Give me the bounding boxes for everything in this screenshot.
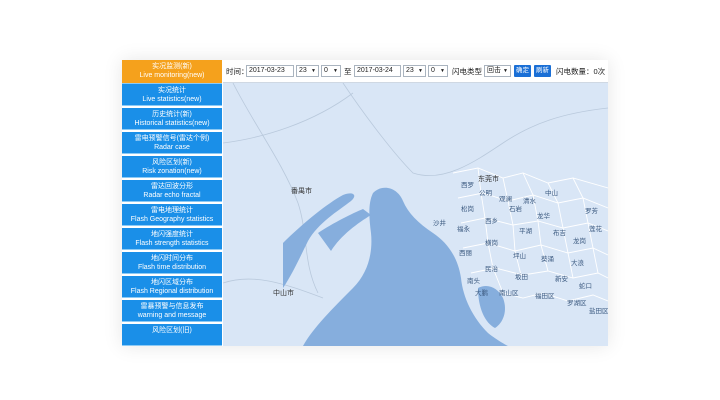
map-label-qingshui: 清水 xyxy=(523,196,537,205)
start-hour-value: 23 xyxy=(299,67,307,74)
flash-count: 闪电数量：0次 xyxy=(556,67,606,76)
sidebar-item-label-zh: 地闪区域分布 xyxy=(151,279,193,286)
sidebar-item-label-zh: 地闪强度统计 xyxy=(151,231,193,238)
filter-toolbar: 时间： 2017-03-23 23 ▼ 0 ▼ 至 2017-03-24 23 … xyxy=(223,60,608,83)
chevron-down-icon: ▼ xyxy=(418,68,423,74)
map-label-xixiang: 西乡 xyxy=(485,217,498,225)
start-minute-select[interactable]: 0 ▼ xyxy=(321,65,341,77)
sidebar: 实况监测(新) Live monitoring(new) 实况统计 Live s… xyxy=(122,60,222,346)
map-label-luofang: 罗芳 xyxy=(585,206,599,215)
sidebar-item-label-zh: 实况监测(新) xyxy=(152,63,192,70)
flash-type-value: 回击 xyxy=(487,67,501,74)
sidebar-item-warning-message[interactable]: 雷暴预警与信息发布 warning and message xyxy=(122,300,222,322)
end-minute-select[interactable]: 0 ▼ xyxy=(428,65,448,77)
start-hour-select[interactable]: 23 ▼ xyxy=(296,65,319,77)
map-label-lianhua: 莲花 xyxy=(589,224,603,233)
map-label-dalang: 大浪 xyxy=(571,258,585,267)
sidebar-item-label-en: Radar echo fractal xyxy=(143,192,201,199)
sidebar-item-label-en: Flash time distribution xyxy=(137,264,207,271)
sidebar-item-label-en: Flash strength statistics xyxy=(135,240,209,247)
sidebar-item-label-en: Radar case xyxy=(154,144,190,151)
sidebar-item-label-zh: 雷电地理统计 xyxy=(151,207,193,214)
confirm-button[interactable]: 确定 xyxy=(514,65,531,77)
map-label-nanshan: 南山区 xyxy=(499,288,519,297)
chevron-down-icon: ▼ xyxy=(503,68,508,74)
end-hour-select[interactable]: 23 ▼ xyxy=(403,65,426,77)
map-label-futian: 福田区 xyxy=(535,291,555,300)
map-label-xinan: 新安 xyxy=(555,274,569,283)
map-label-fuyong: 福永 xyxy=(457,224,471,233)
flash-type-label: 闪电类型 xyxy=(452,67,482,76)
map-label-xiangxi: 西罗 xyxy=(461,181,474,189)
chevron-down-icon: ▼ xyxy=(440,68,445,74)
sidebar-item-label-zh: 雷达回波分形 xyxy=(151,183,193,190)
map-label-shiyan: 石岩 xyxy=(509,204,523,213)
end-date-input[interactable]: 2017-03-24 xyxy=(354,65,401,77)
map-label-gongming: 公明 xyxy=(479,189,493,197)
map-label-shajing: 沙井 xyxy=(433,218,447,227)
sidebar-item-radar-echo-fractal[interactable]: 雷达回波分形 Radar echo fractal xyxy=(122,180,222,202)
app-window: 实况监测(新) Live monitoring(new) 实况统计 Live s… xyxy=(122,60,608,346)
chevron-down-icon: ▼ xyxy=(333,68,338,74)
map-label-guanlan: 观澜 xyxy=(499,194,512,203)
start-date-input[interactable]: 2017-03-23 xyxy=(246,65,294,77)
sidebar-item-label-zh: 雷电预警信号(雷达个例) xyxy=(134,135,210,142)
sidebar-item-risk-zonation-old[interactable]: 风险区划(旧) xyxy=(122,324,222,346)
map-label-longgang: 龙岗 xyxy=(573,236,586,245)
sidebar-item-radar-case[interactable]: 雷电预警信号(雷达个例) Radar case xyxy=(122,132,222,154)
sidebar-item-label-zh: 历史统计(新) xyxy=(152,111,192,118)
sidebar-item-flash-time[interactable]: 地闪时间分布 Flash time distribution xyxy=(122,252,222,274)
map-label-zhongshan: 中山市 xyxy=(273,288,294,297)
sidebar-item-label-en: warning and message xyxy=(137,312,207,319)
map-label-luohu: 罗湖区 xyxy=(567,298,587,307)
end-hour-value: 23 xyxy=(406,67,414,74)
flash-type-select[interactable]: 回击 ▼ xyxy=(484,65,511,77)
to-label: 至 xyxy=(344,67,352,76)
sidebar-item-label-zh: 风险区划(旧) xyxy=(152,327,192,334)
sidebar-item-flash-geography[interactable]: 雷电地理统计 Flash Geography statistics xyxy=(122,204,222,226)
map-label-bantian: 坂田 xyxy=(515,272,528,281)
chevron-down-icon: ▼ xyxy=(311,68,316,74)
sidebar-item-label-en: Live statistics(new) xyxy=(142,96,202,103)
map-label-shekou: 蛇口 xyxy=(579,281,592,290)
map-label-nantou: 南头 xyxy=(467,276,481,285)
map-canvas: 番禺市 东莞市 中山市 西罗 公明 观澜 松岗 沙井 福永 西乡 石岩 龙华 平… xyxy=(222,82,608,346)
map-label-panyu: 番禺市 xyxy=(291,186,312,195)
sidebar-item-live-monitoring[interactable]: 实况监测(新) Live monitoring(new) xyxy=(122,60,222,84)
sidebar-item-label-en: Risk zonation(new) xyxy=(142,168,202,175)
sidebar-item-label-zh: 地闪时间分布 xyxy=(151,255,193,262)
map-label-pingshan: 坪山 xyxy=(513,251,526,260)
sidebar-item-flash-strength[interactable]: 地闪强度统计 Flash strength statistics xyxy=(122,228,222,250)
map-label-buji: 布吉 xyxy=(553,228,567,237)
map-label-dapeng: 大鹏 xyxy=(475,288,489,297)
start-minute-value: 0 xyxy=(324,67,328,74)
map-label-zhongshan-river: 中山 xyxy=(545,188,558,197)
map-label-songgang: 松岗 xyxy=(461,204,474,213)
map-label-pinghu: 平湖 xyxy=(519,226,533,235)
sidebar-item-risk-zonation[interactable]: 风险区划(新) Risk zonation(new) xyxy=(122,156,222,178)
end-minute-value: 0 xyxy=(431,67,435,74)
map-view[interactable]: 番禺市 东莞市 中山市 西罗 公明 观澜 松岗 沙井 福永 西乡 石岩 龙华 平… xyxy=(222,82,608,346)
sidebar-item-label-en: Flash Regional distribution xyxy=(130,288,214,295)
sidebar-item-live-statistics[interactable]: 实况统计 Live statistics(new) xyxy=(122,84,222,106)
sidebar-item-flash-regional[interactable]: 地闪区域分布 Flash Regional distribution xyxy=(122,276,222,298)
sidebar-item-historical-statistics[interactable]: 历史统计(新) Historical statistics(new) xyxy=(122,108,222,130)
sidebar-item-label-zh: 实况统计 xyxy=(158,87,186,94)
map-label-kuichong: 葵涌 xyxy=(541,254,554,263)
map-label-xili: 西丽 xyxy=(459,249,473,257)
map-label-longhua: 龙华 xyxy=(537,211,551,220)
refresh-button[interactable]: 刷新 xyxy=(534,65,551,77)
map-label-dongguan: 东莞市 xyxy=(478,174,499,183)
sidebar-item-label-en: Flash Geography statistics xyxy=(130,216,214,223)
map-label-yantian: 盐田区 xyxy=(589,306,608,315)
map-label-minzhi: 民治 xyxy=(485,264,499,273)
sidebar-item-label-en: Live monitoring(new) xyxy=(139,72,205,79)
sidebar-item-label-zh: 风险区划(新) xyxy=(152,159,192,166)
sidebar-item-label-zh: 雷暴预警与信息发布 xyxy=(140,303,204,310)
map-label-henggang: 横岗 xyxy=(485,238,498,247)
sidebar-item-label-en: Historical statistics(new) xyxy=(134,120,210,127)
